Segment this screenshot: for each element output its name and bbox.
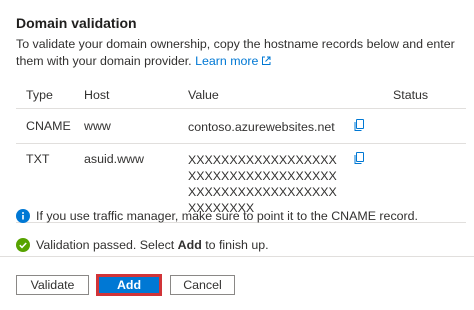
copy-icon[interactable] (353, 119, 365, 135)
column-header-host: Host (74, 82, 178, 109)
learn-more-label: Learn more (195, 54, 259, 68)
hostname-records-table: Type Host Value Status CNAME www contoso… (16, 82, 466, 223)
success-suffix: to finish up. (201, 238, 269, 252)
info-icon (16, 209, 30, 223)
cell-host: www (74, 108, 178, 144)
success-message: Validation passed. Select Add to finish … (16, 238, 269, 252)
checkmark-circle-icon (16, 238, 30, 252)
success-text: Validation passed. Select Add to finish … (36, 238, 269, 252)
success-bold: Add (177, 238, 202, 252)
add-button[interactable]: Add (96, 274, 162, 296)
info-message: If you use traffic manager, make sure to… (16, 209, 418, 223)
copy-icon[interactable] (353, 152, 365, 168)
column-header-status: Status (383, 82, 466, 109)
footer-divider (0, 256, 474, 257)
column-header-copy (343, 82, 383, 109)
cell-status (383, 108, 466, 144)
cell-type: CNAME (16, 108, 74, 144)
panel-title: Domain validation (16, 15, 137, 31)
info-text: If you use traffic manager, make sure to… (36, 209, 418, 223)
table-row: CNAME www contoso.azurewebsites.net (16, 108, 466, 144)
column-header-value: Value (178, 82, 343, 109)
panel-description: To validate your domain ownership, copy … (16, 36, 464, 71)
cell-value: contoso.azurewebsites.net (178, 108, 343, 144)
table-header-row: Type Host Value Status (16, 82, 466, 109)
cell-copy (343, 108, 383, 144)
open-external-icon (261, 54, 271, 71)
column-header-type: Type (16, 82, 74, 109)
cancel-button[interactable]: Cancel (170, 275, 235, 295)
validate-button[interactable]: Validate (16, 275, 89, 295)
success-prefix: Validation passed. Select (36, 238, 178, 252)
learn-more-link[interactable]: Learn more (195, 54, 271, 68)
